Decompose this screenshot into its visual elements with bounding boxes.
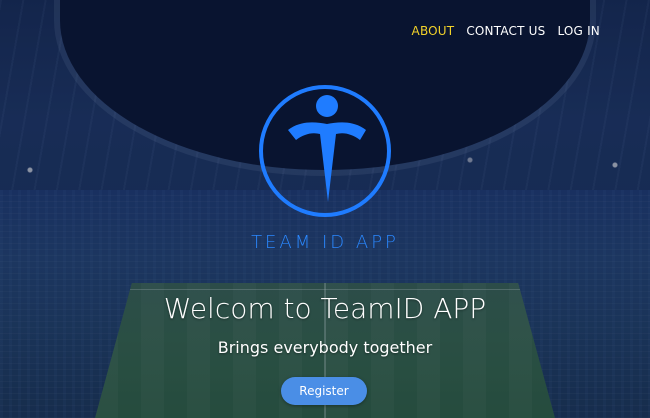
top-nav: ABOUT CONTACT US LOG IN — [412, 24, 600, 38]
nav-item-log-in[interactable]: LOG IN — [557, 24, 600, 38]
nav-item-contact-us[interactable]: CONTACT US — [466, 24, 545, 38]
team-id-logo-icon — [256, 82, 394, 220]
page-title: Welcom to TeamID APP — [163, 292, 487, 325]
page-subtitle: Brings everybody together — [217, 338, 433, 357]
logo-wordmark: TEAM ID APP — [251, 232, 399, 253]
register-button[interactable]: Register — [281, 377, 367, 405]
nav-item-about[interactable]: ABOUT — [412, 24, 455, 38]
